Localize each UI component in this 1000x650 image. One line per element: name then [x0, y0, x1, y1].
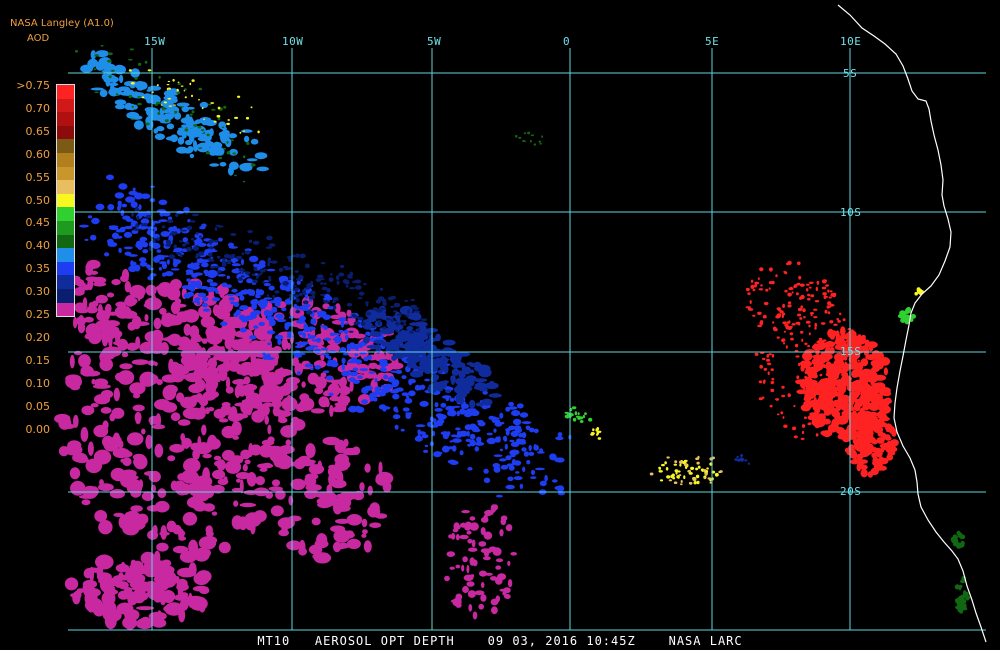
coastal-patch — [897, 306, 917, 325]
lon-label-0: 0 — [563, 35, 571, 48]
aod-map — [54, 4, 987, 643]
lat-label-15s: 15S — [840, 345, 862, 358]
legend-label: 0.10 — [25, 376, 51, 390]
lon-label-5e: 5E — [705, 35, 720, 48]
lat-label-20s: 20S — [840, 485, 862, 498]
legend-swatch — [57, 193, 74, 208]
legend-label: 0.50 — [25, 193, 51, 207]
legend-label: 0.35 — [25, 262, 51, 276]
central-patch — [564, 406, 593, 423]
legend-swatch — [57, 275, 74, 289]
legend-swatch — [57, 152, 74, 167]
product-footer: MT10 AEROSOL OPT DEPTH 09 03, 2016 10:45… — [257, 634, 743, 648]
legend-swatch — [57, 166, 74, 181]
legend-label: 0.00 — [25, 422, 51, 436]
legend-swatch — [57, 302, 74, 317]
lat-label-5s: 5S — [843, 67, 858, 80]
legend-swatch — [57, 248, 74, 262]
aod-pixel-layer — [54, 44, 971, 630]
lon-label-10e: 10E — [840, 35, 862, 48]
lon-label-10w: 10W — [282, 35, 304, 48]
legend-swatch — [57, 261, 74, 276]
legend-label: 0.05 — [25, 399, 51, 413]
data-source-label: NASA Langley (A1.0) — [10, 18, 114, 29]
legend-label: 0.45 — [25, 216, 51, 230]
legend-swatch — [57, 288, 74, 303]
legend-swatch — [57, 125, 74, 140]
legend-label: 0.25 — [25, 308, 51, 321]
coastal-patch — [950, 530, 966, 549]
smoke-plume — [745, 260, 837, 341]
legend-label: 0.65 — [25, 124, 51, 138]
central-patch — [734, 454, 750, 465]
lon-label-5w: 5W — [427, 35, 442, 48]
low-aod-region — [268, 436, 394, 564]
legend-swatch — [57, 98, 74, 113]
legend-label: 0.70 — [25, 101, 51, 115]
legend-label: 0.20 — [25, 330, 51, 344]
lat-label-10s: 10S — [840, 206, 862, 219]
legend-swatch — [57, 139, 74, 153]
legend-swatch — [57, 207, 74, 221]
legend-swatch — [57, 85, 74, 99]
legend-label: 0.60 — [25, 147, 51, 161]
legend-label: 0.40 — [25, 239, 51, 253]
legend-label: 0.15 — [25, 353, 51, 367]
central-patch — [590, 427, 602, 440]
legend-swatch — [57, 220, 74, 235]
legend-label: >0.75 — [16, 79, 50, 92]
legend-swatch — [57, 180, 74, 194]
legend-label: 0.55 — [25, 170, 51, 184]
legend-swatch — [57, 234, 74, 249]
color-legend-bar — [56, 84, 75, 318]
product-label: AOD — [27, 33, 50, 44]
legend-label: 0.30 — [25, 285, 51, 299]
lon-label-15w: 15W — [144, 35, 166, 48]
coastal-patch — [954, 575, 971, 614]
central-patch — [515, 131, 543, 146]
low-aod-region — [444, 504, 517, 620]
legend-swatch — [57, 112, 74, 126]
